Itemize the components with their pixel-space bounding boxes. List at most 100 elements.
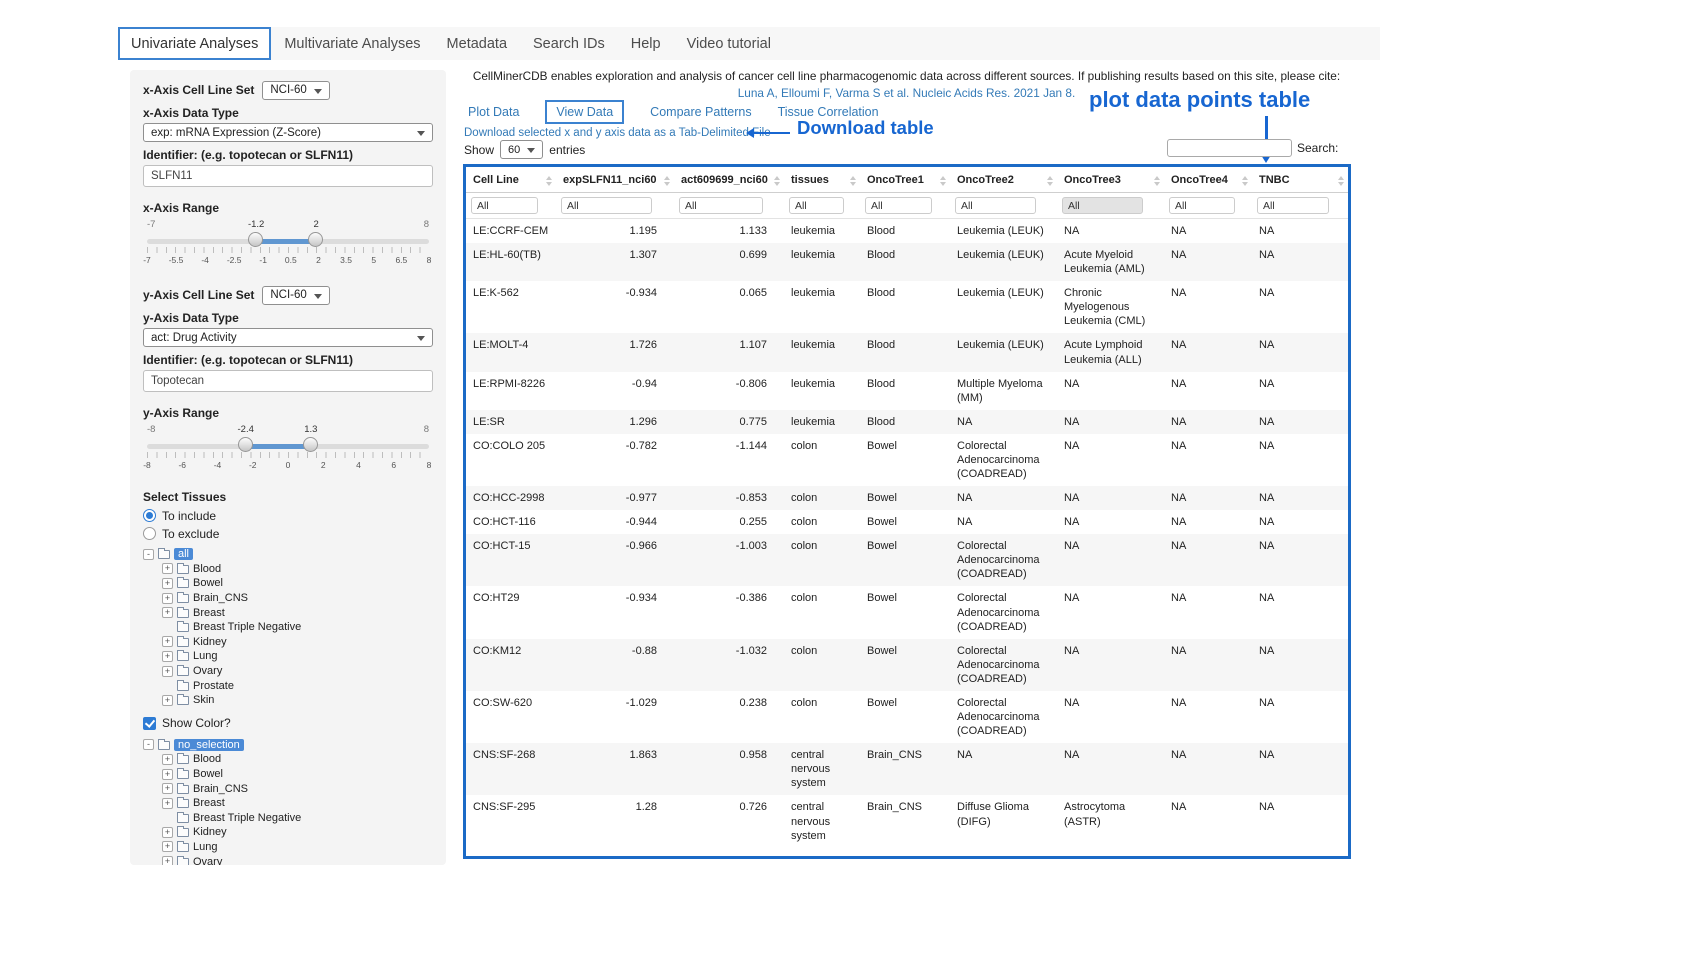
tree-item[interactable]: Lung — [162, 840, 433, 855]
column-filter-input[interactable] — [865, 197, 932, 214]
table-row[interactable]: LE:K-562 -0.934 0.065 leukemia Blood Leu… — [466, 281, 1348, 333]
table-row[interactable]: CO:HCT-15 -0.966 -1.003 colon Bowel Colo… — [466, 534, 1348, 586]
table-row[interactable]: CO:COLO 205 -0.782 -1.144 colon Bowel Co… — [466, 434, 1348, 486]
column-filter-input[interactable] — [1062, 197, 1143, 214]
tab-compare-patterns[interactable]: Compare Patterns — [650, 105, 751, 119]
tree-item[interactable]: Blood — [162, 752, 433, 767]
column-header[interactable]: OncoTree3 — [1057, 167, 1164, 193]
y-range-slider[interactable]: -8 8 -2.4 1.3 -8-6-4-202468 — [147, 438, 429, 480]
tree-item[interactable]: Blood — [162, 562, 433, 577]
x-identifier-input[interactable] — [143, 165, 433, 187]
column-header[interactable]: TNBC — [1252, 167, 1348, 193]
sort-icon[interactable] — [940, 176, 946, 186]
collapse-icon[interactable] — [143, 739, 154, 750]
y-data-type-select[interactable]: act: Drug Activity — [143, 328, 433, 347]
table-row[interactable]: CO:HT29 -0.934 -0.386 colon Bowel Colore… — [466, 586, 1348, 638]
tree-root-label[interactable]: no_selection — [174, 739, 244, 751]
table-row[interactable]: CO:HCT-116 -0.944 0.255 colon Bowel NA N… — [466, 510, 1348, 534]
nav-tab-multivariate-analyses[interactable]: Multivariate Analyses — [271, 27, 433, 60]
table-row[interactable]: LE:HL-60(TB) 1.307 0.699 leukemia Blood … — [466, 243, 1348, 281]
column-header[interactable]: tissues — [784, 167, 860, 193]
tree-item[interactable]: Breast — [162, 796, 433, 811]
column-filter-input[interactable] — [561, 197, 652, 214]
exclude-radio[interactable] — [143, 527, 156, 540]
column-header[interactable]: Cell Line — [466, 167, 556, 193]
tree-item[interactable]: Brain_CNS — [162, 591, 433, 606]
y-identifier-input[interactable] — [143, 370, 433, 392]
expand-icon[interactable] — [162, 798, 173, 809]
tree-root[interactable]: no_selection — [143, 738, 433, 753]
tissue-exclude-option[interactable]: To exclude — [143, 525, 433, 542]
column-filter-input[interactable] — [1169, 197, 1235, 214]
expand-icon[interactable] — [162, 695, 173, 706]
show-color-option[interactable]: Show Color? — [143, 715, 433, 732]
tree-item[interactable]: Ovary — [162, 854, 433, 865]
nav-tab-help[interactable]: Help — [618, 27, 674, 60]
y-slider-handle-from[interactable] — [238, 437, 253, 452]
tree-item[interactable]: Breast — [162, 605, 433, 620]
tree-item[interactable]: Breast Triple Negative — [162, 811, 433, 826]
expand-icon[interactable] — [162, 856, 173, 865]
expand-icon[interactable] — [162, 607, 173, 618]
show-color-checkbox[interactable] — [143, 717, 156, 730]
tab-view-data[interactable]: View Data — [545, 100, 624, 124]
sort-icon[interactable] — [546, 176, 552, 186]
column-header[interactable]: act609699_nci60 — [674, 167, 784, 193]
table-row[interactable]: LE:MOLT-4 1.726 1.107 leukemia Blood Leu… — [466, 333, 1348, 371]
tree-item[interactable]: Kidney — [162, 635, 433, 650]
sort-icon[interactable] — [1154, 176, 1160, 186]
expand-icon[interactable] — [162, 593, 173, 604]
tissue-include-option[interactable]: To include — [143, 507, 433, 524]
expand-icon[interactable] — [162, 578, 173, 589]
nav-tab-univariate-analyses[interactable]: Univariate Analyses — [118, 27, 271, 60]
download-link[interactable]: Download selected x and y axis data as a… — [464, 127, 771, 139]
y-slider-handle-to[interactable] — [303, 437, 318, 452]
collapse-icon[interactable] — [143, 549, 154, 560]
table-row[interactable]: CO:HCC-2998 -0.977 -0.853 colon Bowel NA… — [466, 486, 1348, 510]
table-row[interactable]: LE:CCRF-CEM 1.195 1.133 leukemia Blood L… — [466, 219, 1348, 244]
include-radio[interactable] — [143, 509, 156, 522]
nav-tab-metadata[interactable]: Metadata — [434, 27, 520, 60]
expand-icon[interactable] — [162, 563, 173, 574]
column-filter-input[interactable] — [679, 197, 763, 214]
entries-select[interactable]: 60 — [500, 140, 543, 159]
expand-icon[interactable] — [162, 827, 173, 838]
expand-icon[interactable] — [162, 636, 173, 647]
y-cell-line-set-select[interactable]: NCI-60 — [262, 286, 329, 305]
column-header[interactable]: OncoTree1 — [860, 167, 950, 193]
column-filter-input[interactable] — [955, 197, 1036, 214]
sort-icon[interactable] — [1338, 176, 1344, 186]
column-header[interactable]: OncoTree2 — [950, 167, 1057, 193]
table-row[interactable]: CO:SW-620 -1.029 0.238 colon Bowel Color… — [466, 691, 1348, 743]
tree-item[interactable]: Breast Triple Negative — [162, 620, 433, 635]
sort-icon[interactable] — [1242, 176, 1248, 186]
expand-icon[interactable] — [162, 769, 173, 780]
expand-icon[interactable] — [162, 812, 173, 823]
tree-item[interactable]: Skin — [162, 693, 433, 708]
expand-icon[interactable] — [162, 651, 173, 662]
tree-item[interactable]: Bowel — [162, 767, 433, 782]
column-header[interactable]: expSLFN11_nci60 — [556, 167, 674, 193]
tree-item[interactable]: Lung — [162, 649, 433, 664]
nav-tab-video-tutorial[interactable]: Video tutorial — [674, 27, 784, 60]
x-data-type-select[interactable]: exp: mRNA Expression (Z-Score) — [143, 123, 433, 142]
expand-icon[interactable] — [162, 622, 173, 633]
expand-icon[interactable] — [162, 783, 173, 794]
x-range-slider[interactable]: -7 8 -1.2 2 -7-5.5-4-2.5-10.523.556.58 — [147, 233, 429, 275]
tree-item[interactable]: Bowel — [162, 576, 433, 591]
table-row[interactable]: LE:SR 1.296 0.775 leukemia Blood NA NA N… — [466, 410, 1348, 434]
tree-root[interactable]: all — [143, 547, 433, 562]
nav-tab-search-ids[interactable]: Search IDs — [520, 27, 618, 60]
table-row[interactable]: LE:RPMI-8226 -0.94 -0.806 leukemia Blood… — [466, 372, 1348, 410]
expand-icon[interactable] — [162, 754, 173, 765]
column-filter-input[interactable] — [789, 197, 844, 214]
expand-icon[interactable] — [162, 841, 173, 852]
expand-icon[interactable] — [162, 680, 173, 691]
sort-icon[interactable] — [1047, 176, 1053, 186]
tree-item[interactable]: Ovary — [162, 664, 433, 679]
column-filter-input[interactable] — [1257, 197, 1329, 214]
tree-item[interactable]: Prostate — [162, 678, 433, 693]
table-row[interactable]: CNS:SF-268 1.863 0.958 central nervous s… — [466, 743, 1348, 795]
search-input[interactable] — [1167, 139, 1292, 157]
x-slider-handle-to[interactable] — [308, 232, 323, 247]
